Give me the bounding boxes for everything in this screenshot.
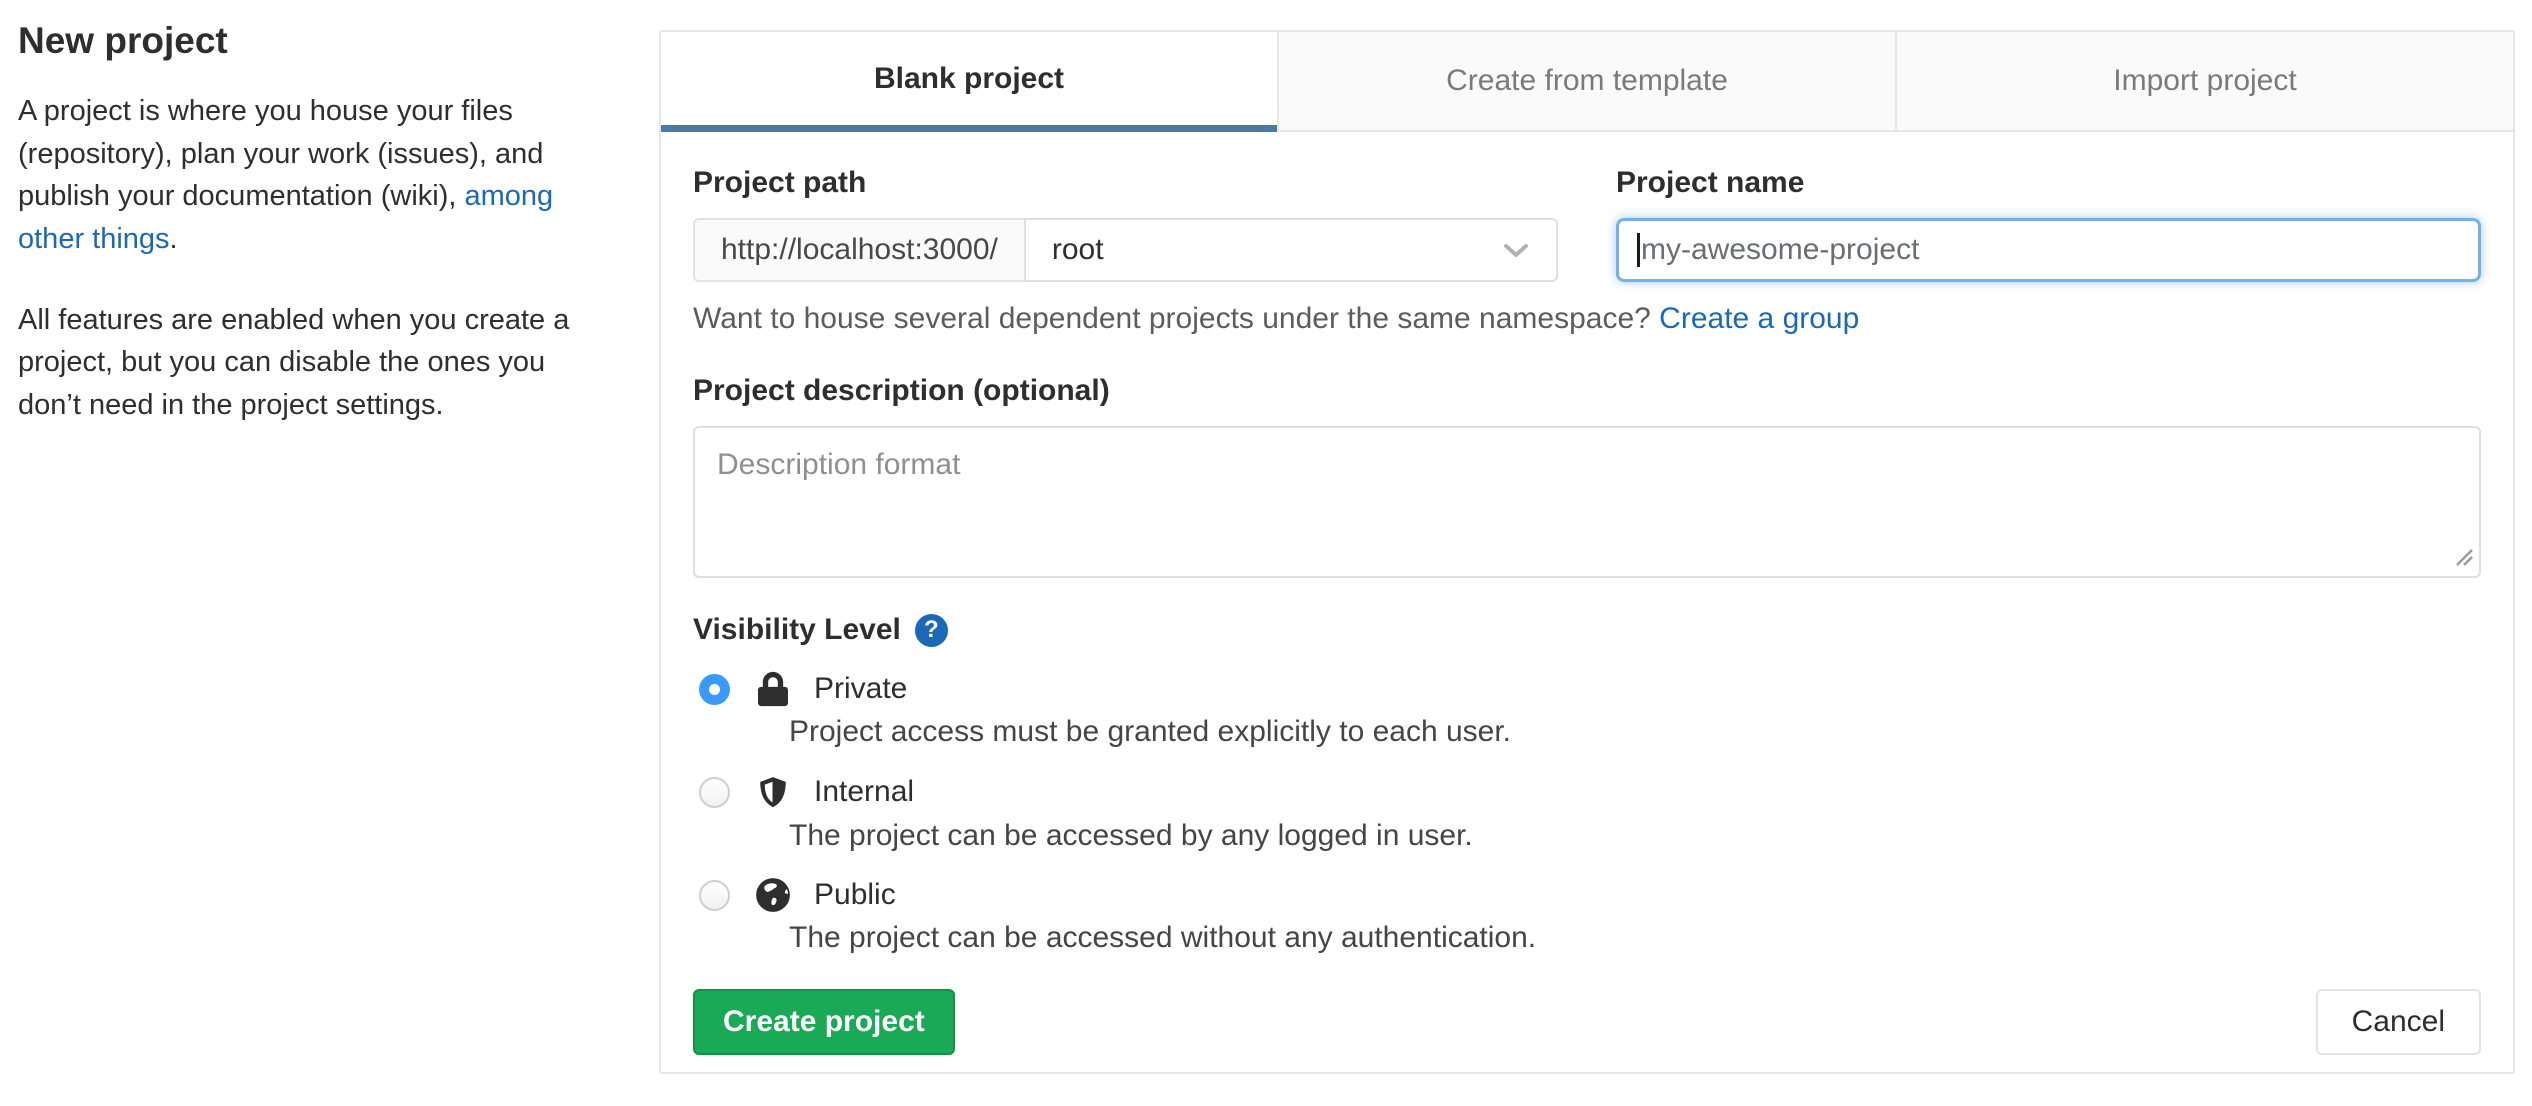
private-radio-button[interactable] xyxy=(699,673,730,705)
namespace-hint-text: Want to house several dependent projects… xyxy=(693,302,1651,335)
textarea-resize-handle[interactable] xyxy=(2453,546,2475,573)
project-name-input[interactable] xyxy=(1616,218,2481,282)
project-path-field: Project path http://localhost:3000/ root xyxy=(693,158,1558,282)
public-option-label: Public xyxy=(814,878,896,911)
project-description-label: Project description (optional) xyxy=(693,374,1110,407)
visibility-level-row: Visibility Level ? xyxy=(693,613,2481,647)
public-radio-button[interactable] xyxy=(699,879,730,911)
project-name-label: Project name xyxy=(1616,166,1805,199)
chevron-down-icon xyxy=(1502,233,1530,267)
tab-create-from-template[interactable]: Create from template xyxy=(1277,32,1895,132)
shield-icon xyxy=(754,773,792,811)
tab-import-project[interactable]: Import project xyxy=(1895,32,2513,132)
project-path-label: Project path xyxy=(693,166,867,199)
internal-radio-row[interactable]: Internal xyxy=(693,773,2481,811)
sidebar-intro-paragraph: A project is where you house your files … xyxy=(18,90,610,261)
namespace-hint: Want to house several dependent projects… xyxy=(693,302,2481,336)
project-description-textarea[interactable] xyxy=(693,426,2481,578)
project-type-tabs: Blank project Create from template Impor… xyxy=(661,32,2513,132)
visibility-level-label: Visibility Level xyxy=(693,613,901,646)
tab-blank-project[interactable]: Blank project xyxy=(661,32,1277,132)
url-prefix-addon: http://localhost:3000/ xyxy=(693,218,1024,282)
project-name-field: Project name xyxy=(1616,158,2481,282)
private-option-label: Private xyxy=(814,672,908,705)
namespace-selected-value: root xyxy=(1051,233,1104,266)
visibility-option-private: Private Project access must be granted e… xyxy=(693,671,2481,749)
internal-option-description: The project can be accessed by any logge… xyxy=(789,819,1473,852)
text-cursor xyxy=(1637,233,1640,267)
intro-suffix: . xyxy=(169,222,178,255)
project-path-input-group: http://localhost:3000/ root xyxy=(693,218,1558,282)
public-radio-row[interactable]: Public xyxy=(693,877,2481,913)
cancel-button[interactable]: Cancel xyxy=(2315,989,2481,1055)
new-project-panel: Blank project Create from template Impor… xyxy=(659,30,2515,1074)
form-actions: Create project Cancel xyxy=(693,989,2481,1055)
public-option-description: The project can be accessed without any … xyxy=(789,921,1537,954)
visibility-option-public: Public The project can be accessed witho… xyxy=(693,877,2481,955)
blank-project-form: Project path http://localhost:3000/ root… xyxy=(661,132,2513,1055)
visibility-option-internal: Internal The project can be accessed by … xyxy=(693,773,2481,853)
namespace-select[interactable]: root xyxy=(1023,218,1558,282)
question-circle-icon[interactable]: ? xyxy=(914,613,948,647)
sidebar-features-paragraph: All features are enabled when you create… xyxy=(18,303,570,421)
lock-icon xyxy=(754,671,792,707)
create-project-button[interactable]: Create project xyxy=(693,989,955,1055)
internal-option-label: Internal xyxy=(814,775,915,808)
visibility-options: Private Project access must be granted e… xyxy=(693,671,2481,955)
globe-icon xyxy=(754,877,792,913)
private-radio-row[interactable]: Private xyxy=(693,671,2481,707)
internal-radio-button[interactable] xyxy=(699,776,730,808)
private-option-description: Project access must be granted explicitl… xyxy=(789,715,1512,748)
create-a-group-link[interactable]: Create a group xyxy=(1659,302,1859,335)
new-project-sidebar: New project A project is where you house… xyxy=(18,20,610,464)
page-title: New project xyxy=(18,20,228,61)
